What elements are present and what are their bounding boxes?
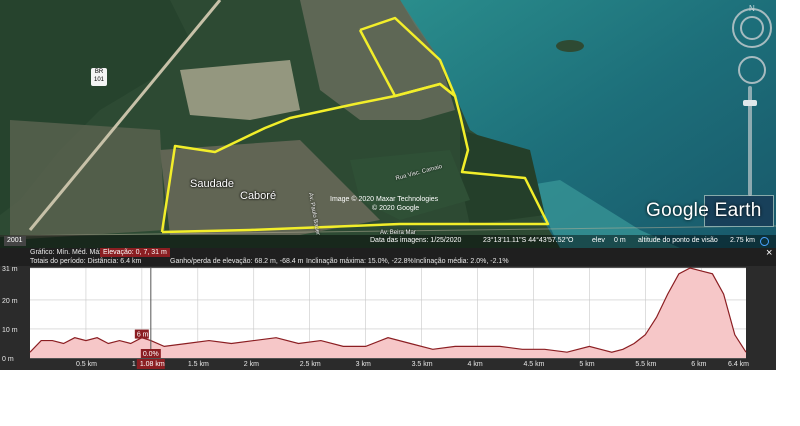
x-tick-label: 5 km [579, 361, 594, 368]
elev-value: 0 m [614, 237, 626, 244]
cursor-dist: 1.08 km [140, 361, 165, 368]
x-tick-label: 5.5 km [635, 361, 656, 368]
highway-shield: BR 101 [91, 68, 107, 86]
compass-icon[interactable]: N [732, 4, 772, 48]
x-tick-label: 2.5 km [300, 361, 321, 368]
loading-icon [760, 237, 769, 246]
elevation-profile-panel: Gráfico: Mín. Méd. Máx. Elevação: 0, 7, … [0, 248, 776, 370]
y-tick-label: 31 m [2, 266, 18, 273]
x-tick-label: 3 km [356, 361, 371, 368]
cursor-elev: 6 m [137, 332, 149, 339]
eye-alt-value: 2.75 km [730, 237, 755, 244]
y-tick-label: 0 m [2, 356, 14, 363]
x-tick-label: 4 km [468, 361, 483, 368]
place-label-cabore: Caboré [240, 190, 277, 202]
move-joystick-icon[interactable] [738, 56, 766, 84]
x-tick-label: 3.5 km [412, 361, 433, 368]
coordinates: 23°13'11.11"S 44°43'57.52"O [483, 237, 574, 244]
image-date: Data das imagens: 1/25/2020 [370, 237, 462, 244]
google-earth-logo: Google Earth [646, 200, 762, 221]
attribution: © 2020 Google [372, 205, 420, 212]
x-tick-label: 0.5 km [76, 361, 97, 368]
x-tick-label: 1.5 km [188, 361, 209, 368]
year-badge[interactable]: 2001 [4, 236, 26, 246]
attribution: Image © 2020 Maxar Technologies [330, 196, 439, 203]
cursor-slope: 0.0% [143, 351, 159, 358]
x-tick-label: 2 km [244, 361, 259, 368]
x-tick-label: 4.5 km [523, 361, 544, 368]
y-tick-label: 10 m [2, 327, 18, 334]
x-tick-label: 6 km [691, 361, 706, 368]
y-tick-label: 20 m [2, 298, 18, 305]
status-bar: 2001 Data das imagens: 1/25/2020 23°13'1… [0, 235, 776, 248]
elevation-chart[interactable]: 31 m20 m10 m0 m0.5 km1 km1.5 km2 km2.5 k… [0, 248, 776, 370]
zoom-handle[interactable] [743, 100, 757, 106]
earth-view[interactable]: BR 101 Saudade Caboré Av. Beira Mar Av. … [0, 0, 776, 248]
place-label-saudade: Saudade [190, 178, 235, 190]
x-tick-label: 6.4 km [728, 361, 749, 368]
elev-label: elev [592, 237, 605, 244]
eye-alt-label: altitude do ponto de visão [638, 237, 718, 244]
